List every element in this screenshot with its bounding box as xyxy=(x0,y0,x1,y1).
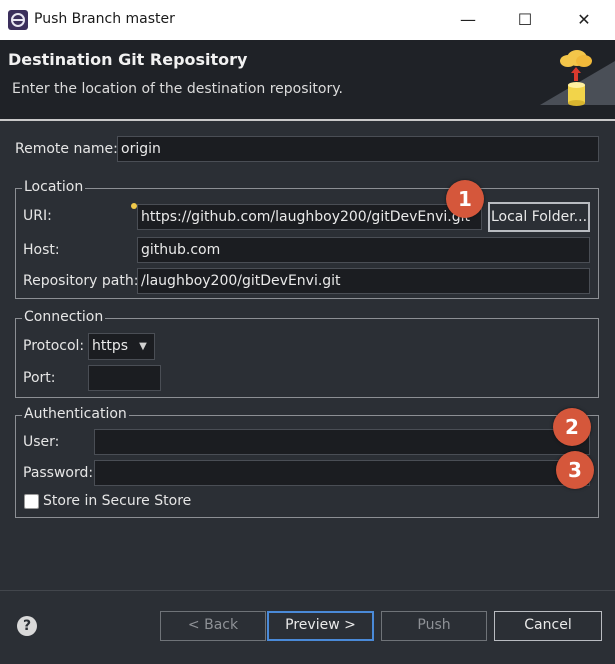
header-divider xyxy=(0,119,615,121)
footer-divider xyxy=(0,590,615,591)
host-input[interactable]: github.com xyxy=(137,237,590,263)
annotation-marker-2: 2 xyxy=(553,408,591,446)
password-label: Password: xyxy=(23,465,94,481)
page-title: Destination Git Repository xyxy=(8,50,248,69)
annotation-marker-1: 1 xyxy=(446,180,484,218)
close-icon[interactable]: ✕ xyxy=(572,8,596,32)
maximize-icon[interactable]: ☐ xyxy=(513,8,537,32)
annotation-marker-3: 3 xyxy=(556,451,594,489)
local-folder-button[interactable]: Local Folder... xyxy=(488,202,590,232)
push-to-cloud-icon xyxy=(540,41,615,119)
user-input[interactable] xyxy=(94,429,590,455)
store-secure-label[interactable]: Store in Secure Store xyxy=(43,493,191,509)
minimize-icon[interactable]: — xyxy=(456,8,480,32)
cancel-button[interactable]: Cancel xyxy=(494,611,602,641)
preview-button[interactable]: Preview > xyxy=(267,611,374,641)
uri-label: URI: xyxy=(23,208,52,224)
protocol-label: Protocol: xyxy=(23,338,85,354)
window-title: Push Branch master xyxy=(34,11,175,27)
repository-path-input[interactable]: /laughboy200/gitDevEnvi.git xyxy=(137,268,590,294)
host-label: Host: xyxy=(23,242,60,258)
remote-name-label: Remote name: xyxy=(15,141,118,157)
password-input[interactable] xyxy=(94,460,590,486)
port-label: Port: xyxy=(23,370,56,386)
authentication-legend: Authentication xyxy=(22,406,129,422)
user-label: User: xyxy=(23,434,60,450)
protocol-value: https xyxy=(92,338,129,354)
back-button[interactable]: < Back xyxy=(160,611,266,641)
store-secure-checkbox[interactable] xyxy=(24,494,39,509)
remote-name-input[interactable]: origin xyxy=(117,136,599,162)
repository-path-label: Repository path: xyxy=(23,273,139,289)
push-button[interactable]: Push xyxy=(381,611,487,641)
uri-input[interactable]: https://github.com/laughboy200/gitDevEnv… xyxy=(137,204,482,230)
page-description: Enter the location of the destination re… xyxy=(12,81,343,97)
eclipse-app-icon xyxy=(8,10,28,30)
chevron-down-icon[interactable]: ▼ xyxy=(136,340,150,354)
port-input[interactable] xyxy=(88,365,161,391)
connection-legend: Connection xyxy=(22,309,106,325)
help-icon[interactable]: ? xyxy=(17,616,37,636)
location-legend: Location xyxy=(22,179,86,195)
